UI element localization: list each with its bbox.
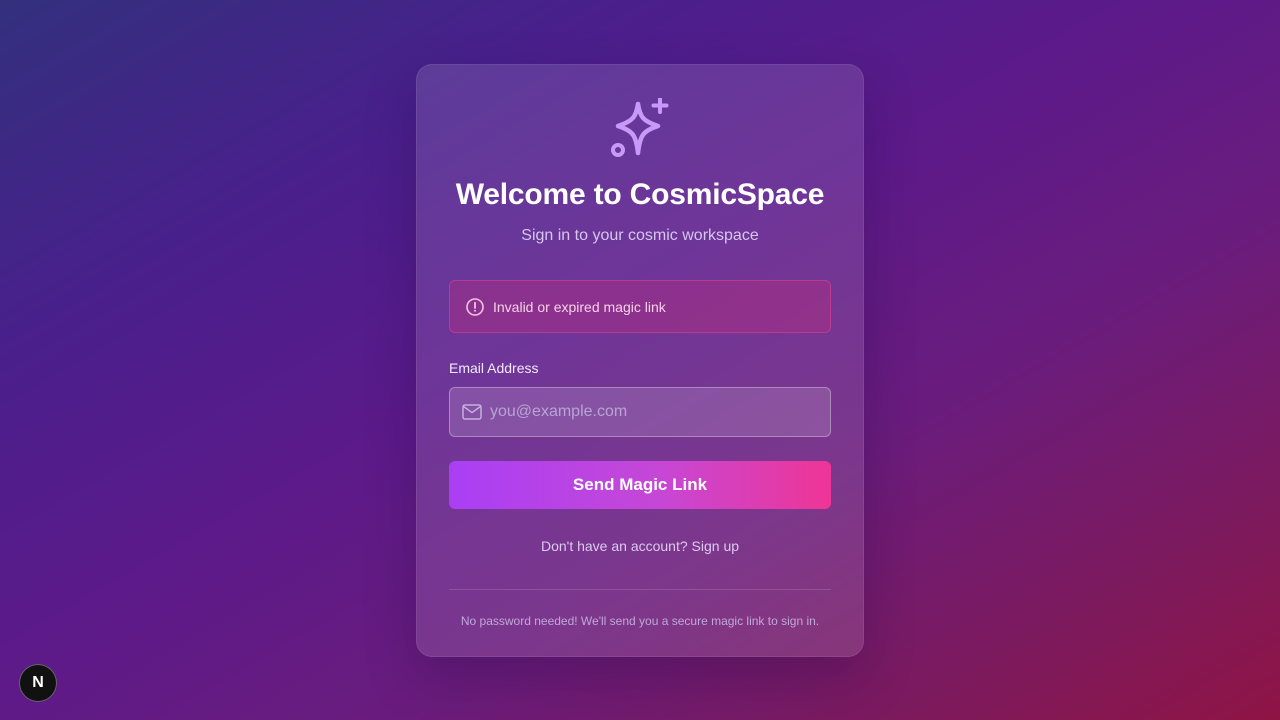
footer-note: No password needed! We'll send you a sec… (460, 614, 820, 628)
signup-prompt: Don't have an account? Sign up (449, 538, 831, 554)
alert-message: Invalid or expired magic link (493, 298, 666, 315)
logo (449, 98, 831, 160)
signup-prompt-text: Don't have an account? (540, 538, 692, 554)
sparkle-icon (609, 98, 671, 160)
error-alert: Invalid or expired magic link (449, 280, 831, 333)
mail-icon (462, 403, 482, 421)
page-title: Welcome to CosmicSpace (455, 178, 825, 211)
email-field-wrapper (449, 387, 831, 437)
signup-link[interactable]: Sign up (692, 538, 739, 554)
email-label: Email Address (449, 360, 539, 376)
dev-badge-label: N (32, 674, 44, 691)
login-card: Welcome to CosmicSpace Sign in to your c… (416, 64, 864, 657)
alert-circle-icon (466, 297, 484, 316)
page-subtitle: Sign in to your cosmic workspace (521, 227, 759, 244)
divider (449, 589, 831, 590)
send-magic-link-button[interactable]: Send Magic Link (449, 461, 831, 509)
nextjs-dev-badge[interactable]: N (19, 664, 57, 702)
email-input[interactable] (450, 388, 830, 436)
